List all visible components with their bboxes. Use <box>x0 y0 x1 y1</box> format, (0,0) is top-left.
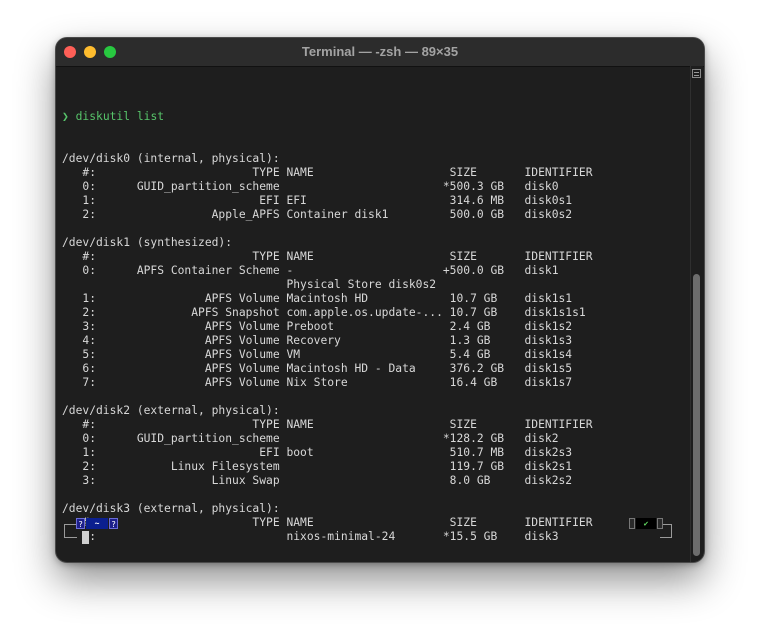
scroll-menu-icon[interactable] <box>692 69 701 78</box>
command-line: ❯ diskutil list <box>62 110 682 124</box>
command-text: diskutil list <box>75 110 165 123</box>
close-icon[interactable] <box>64 46 76 58</box>
output-line: 1: EFI EFI 314.6 MB disk0s1 <box>62 194 573 207</box>
output-line: 2: Linux Filesystem 119.7 GB disk2s1 <box>62 460 573 473</box>
prompt-left-segment: ? ~ ? <box>64 516 124 546</box>
terminal-window: Terminal — -zsh — 89×35 ❯ diskutil list … <box>56 38 704 562</box>
scrollbar[interactable] <box>690 66 703 562</box>
minimize-icon[interactable] <box>84 46 96 58</box>
scroll-thumb[interactable] <box>693 274 700 556</box>
output-line: 1: EFI boot 510.7 MB disk2s3 <box>62 446 573 459</box>
output-line: /dev/disk2 (external, physical): <box>62 404 280 417</box>
window-title: Terminal — -zsh — 89×35 <box>301 44 459 59</box>
output-line: 0: nixos-minimal-24 *15.5 GB disk3 <box>62 530 559 543</box>
output-line: 2: Apple_APFS Container disk1 500.0 GB d… <box>62 208 573 221</box>
output-line: /dev/disk0 (internal, physical): <box>62 152 280 165</box>
output-line: Physical Store disk0s2 <box>62 278 437 291</box>
output-line: 0: GUID_partition_scheme *500.3 GB disk0 <box>62 180 559 193</box>
prompt-directory: ~ <box>86 518 108 529</box>
output-line: #: TYPE NAME SIZE IDENTIFIER <box>62 418 593 431</box>
output-line: #: TYPE NAME SIZE IDENTIFIER <box>62 250 593 263</box>
output-line: /dev/disk1 (synthesized): <box>62 236 233 249</box>
output-line: 1: APFS Volume Macintosh HD 10.7 GB disk… <box>62 292 573 305</box>
output-line: /dev/disk3 (external, physical): <box>62 502 280 515</box>
output-line: #: TYPE NAME SIZE IDENTIFIER <box>62 166 593 179</box>
prompt-right-marker: ? <box>109 518 118 529</box>
status-check-icon: ✔ <box>636 518 656 529</box>
output-line: 2: APFS Snapshot com.apple.os.update-...… <box>62 306 586 319</box>
output-line: 5: APFS Volume VM 5.4 GB disk1s4 <box>62 348 573 361</box>
status-cap-right <box>657 518 663 529</box>
prompt-symbol: ❯ <box>62 110 69 123</box>
text-cursor <box>82 531 89 544</box>
output-line: 0: APFS Container Scheme - +500.0 GB dis… <box>62 264 559 277</box>
output-lines: /dev/disk0 (internal, physical): #: TYPE… <box>62 152 682 544</box>
prompt-left-marker: ? <box>76 518 85 529</box>
prompt-right-segment: ✔ <box>626 516 676 546</box>
output-line: 6: APFS Volume Macintosh HD - Data 376.2… <box>62 362 573 375</box>
output-line: #: TYPE NAME SIZE IDENTIFIER <box>62 516 593 529</box>
zoom-icon[interactable] <box>104 46 116 58</box>
output-line: 7: APFS Volume Nix Store 16.4 GB disk1s7 <box>62 376 573 389</box>
output-line: 4: APFS Volume Recovery 1.3 GB disk1s3 <box>62 334 573 347</box>
status-cap-left <box>629 518 635 529</box>
output-line: 3: APFS Volume Preboot 2.4 GB disk1s2 <box>62 320 573 333</box>
terminal-output[interactable]: ❯ diskutil list /dev/disk0 (internal, ph… <box>62 82 682 562</box>
title-bar[interactable]: Terminal — -zsh — 89×35 <box>56 38 704 67</box>
output-line: 3: Linux Swap 8.0 GB disk2s2 <box>62 474 573 487</box>
output-line: 0: GUID_partition_scheme *128.2 GB disk2 <box>62 432 559 445</box>
